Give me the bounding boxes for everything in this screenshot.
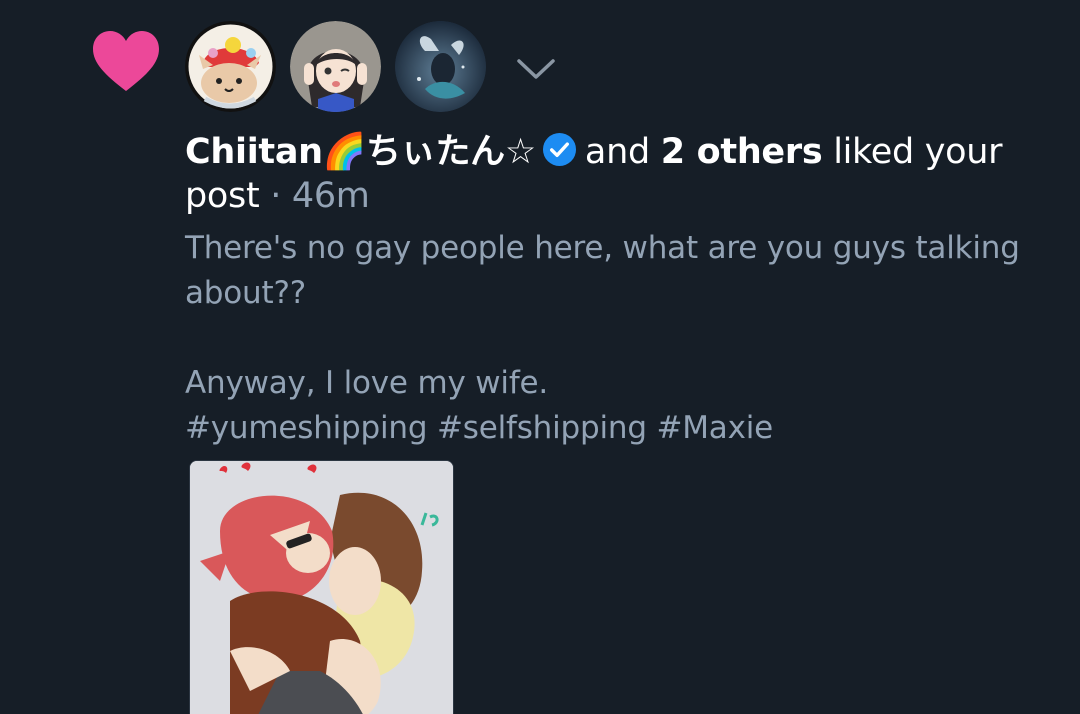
cat-avatar[interactable] bbox=[185, 21, 276, 112]
chevron-down-icon[interactable] bbox=[514, 52, 558, 86]
timestamp: 46m bbox=[291, 176, 370, 216]
liker-avatars bbox=[185, 21, 486, 112]
fantasy-art-avatar[interactable] bbox=[395, 21, 486, 112]
fan-art-image[interactable] bbox=[189, 460, 454, 714]
notification-item[interactable]: Chiitan🌈ちぃたん☆ and 2 others liked your pos… bbox=[0, 0, 1080, 714]
anime-girl-avatar[interactable] bbox=[290, 21, 381, 112]
heart-icon bbox=[93, 31, 159, 91]
separator: · bbox=[270, 176, 282, 216]
actor-name-link[interactable]: Chiitan🌈ちぃたん☆ bbox=[185, 132, 536, 172]
notification-headline: Chiitan🌈ちぃたん☆ and 2 others liked your pos… bbox=[185, 130, 1055, 218]
post-preview-text: There's no gay people here, what are you… bbox=[185, 230, 1020, 446]
others-link[interactable]: 2 others bbox=[661, 132, 823, 172]
connector-text: and bbox=[584, 132, 650, 172]
verified-check-icon bbox=[542, 132, 576, 167]
